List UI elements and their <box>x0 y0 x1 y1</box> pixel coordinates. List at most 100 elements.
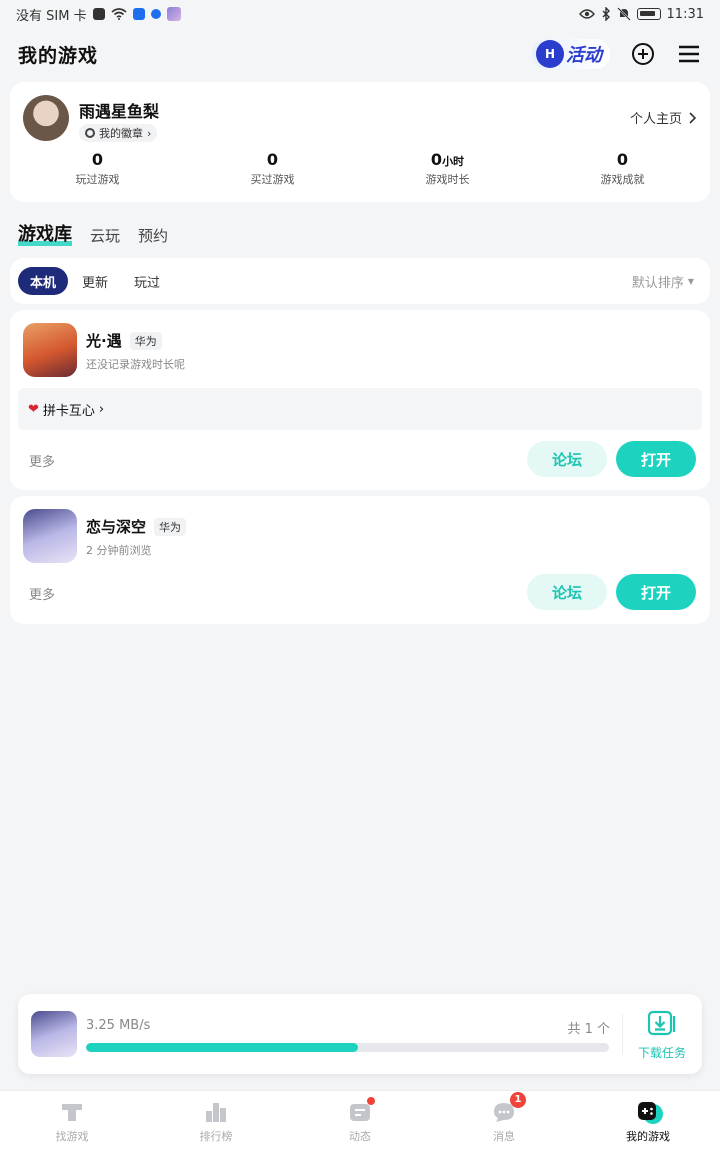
stat-value: 0 <box>430 150 443 169</box>
download-tasks-label: 下载任务 <box>637 1046 686 1060</box>
message-icon: 1 <box>492 1091 526 1124</box>
tab-game-library[interactable]: 游戏库 <box>18 220 72 246</box>
stat-achievements[interactable]: 0 游戏成就 <box>535 150 710 187</box>
checkin-entry[interactable]: ❤ 拼卡互心 › <box>18 388 702 430</box>
medal-icon <box>85 128 95 138</box>
mute-bell-icon <box>616 7 631 21</box>
download-progress-card[interactable]: 3.25 MB/s 共 1 个 下载任务 <box>18 994 702 1074</box>
nav-label: 动态 <box>349 1129 371 1143</box>
nav-label: 我的游戏 <box>626 1129 670 1143</box>
bluetooth-icon <box>602 7 610 21</box>
chevron-right-icon: › <box>98 401 105 417</box>
sort-label: 默认排序 <box>631 275 684 291</box>
homepage-label: 个人主页 <box>629 112 682 127</box>
profile-card: 雨遇星鱼梨 我的徽章 › 个人主页 0 玩过游戏 0 买过游戏 0小时 游戏时长… <box>10 82 710 202</box>
stat-purchased[interactable]: 0 买过游戏 <box>185 150 360 187</box>
feed-icon <box>348 1096 375 1124</box>
nav-feed[interactable]: 动态 <box>288 1091 432 1152</box>
stat-playtime[interactable]: 0小时 游戏时长 <box>360 150 535 187</box>
game-title: 恋与深空 华为 <box>86 516 187 537</box>
stats-row: 0 玩过游戏 0 买过游戏 0小时 游戏时长 0 游戏成就 <box>10 150 710 187</box>
badge-label: 我的徽章 <box>99 127 143 140</box>
more-button[interactable]: 更多 <box>29 584 55 603</box>
ranking-icon <box>204 1100 228 1124</box>
app-notification-icon <box>132 8 145 20</box>
chevron-right-icon <box>689 111 696 124</box>
forum-button[interactable]: 论坛 <box>527 441 607 477</box>
homepage-link[interactable]: 个人主页 <box>630 108 696 127</box>
sim-alert-icon <box>92 8 105 20</box>
carrier-text: 没有 SIM 卡 <box>16 8 87 24</box>
downloading-game-icon <box>31 1011 77 1057</box>
status-bar: 没有 SIM 卡 11:31 <box>0 0 720 28</box>
game-card: 恋与深空 华为 2 分钟前浏览 更多 论坛 打开 <box>10 496 710 624</box>
avatar[interactable] <box>23 95 69 141</box>
nav-label: 找游戏 <box>55 1129 89 1143</box>
message-count-badge: 1 <box>510 1091 526 1108</box>
platform-tag: 华为 <box>129 331 162 350</box>
forum-button[interactable]: 论坛 <box>527 574 607 610</box>
nav-ranking[interactable]: 排行榜 <box>144 1091 288 1152</box>
my-games-icon <box>636 1100 663 1124</box>
download-tasks-button[interactable]: 下载任务 <box>634 1010 690 1061</box>
activity-logo-icon: H <box>536 40 564 68</box>
hamburger-menu-icon <box>679 45 699 63</box>
nav-messages[interactable]: 1 消息 <box>432 1091 576 1152</box>
game-icon[interactable] <box>23 323 77 377</box>
username: 雨遇星鱼梨 <box>79 102 160 121</box>
download-icon <box>647 1010 676 1036</box>
filter-local[interactable]: 本机 <box>18 267 69 295</box>
stat-label: 玩过游戏 <box>75 173 120 186</box>
open-button[interactable]: 打开 <box>616 441 696 477</box>
stat-value: 0 <box>266 150 279 169</box>
platform-tag: 华为 <box>154 517 187 536</box>
download-progress-fill <box>86 1043 358 1052</box>
unread-dot <box>367 1096 375 1105</box>
my-badges-button[interactable]: 我的徽章 › <box>79 124 158 142</box>
battery-icon <box>636 8 661 20</box>
clock-text: 11:31 <box>666 6 704 22</box>
stat-played[interactable]: 0 玩过游戏 <box>10 150 185 187</box>
wifi-icon <box>111 8 127 20</box>
game-card: 光·遇 华为 还没记录游戏时长呢 ❤ 拼卡互心 › 更多 论坛 打开 <box>10 310 710 490</box>
chevron-right-icon: › <box>147 126 152 140</box>
game-icon[interactable] <box>23 509 77 563</box>
stat-value: 0 <box>91 150 104 169</box>
sort-dropdown[interactable]: 默认排序 ▼ <box>632 272 694 291</box>
tab-cloud-play[interactable]: 云玩 <box>90 225 120 246</box>
download-progress-bar <box>86 1043 609 1052</box>
divider <box>622 1014 623 1054</box>
caret-down-icon: ▼ <box>687 276 694 286</box>
filter-updates[interactable]: 更新 <box>70 267 120 295</box>
game-subtitle: 2 分钟前浏览 <box>86 544 152 557</box>
nav-my-games[interactable]: 我的游戏 <box>576 1091 720 1152</box>
checkin-label: 拼卡互心 <box>42 403 95 419</box>
filter-played[interactable]: 玩过 <box>122 267 172 295</box>
game-name: 恋与深空 <box>86 518 147 536</box>
stat-label: 游戏成就 <box>600 173 645 186</box>
download-count: 共 1 个 <box>567 1022 610 1037</box>
open-button[interactable]: 打开 <box>616 574 696 610</box>
download-speed: 3.25 MB/s <box>86 1018 151 1033</box>
app-notification-icon-2 <box>150 9 161 19</box>
stat-label: 游戏时长 <box>425 173 470 186</box>
game-name: 光·遇 <box>86 332 122 350</box>
game-title: 光·遇 华为 <box>86 330 162 351</box>
library-tabs: 游戏库 云玩 预约 <box>18 216 168 246</box>
stat-label: 买过游戏 <box>250 173 295 186</box>
heart-icon: ❤ <box>28 401 39 417</box>
stat-value: 0 <box>616 150 629 169</box>
tab-reservations[interactable]: 预约 <box>138 225 168 246</box>
app-notification-avatar-icon <box>166 7 181 21</box>
plus-circle-icon <box>632 43 654 65</box>
activity-label: 活动 <box>566 45 602 66</box>
game-subtitle: 还没记录游戏时长呢 <box>86 358 185 371</box>
bottom-nav: 找游戏 排行榜 动态 1 消息 我的游戏 <box>0 1090 720 1152</box>
nav-find-games[interactable]: 找游戏 <box>0 1091 144 1152</box>
nav-label: 消息 <box>493 1129 515 1143</box>
more-button[interactable]: 更多 <box>29 451 55 470</box>
app-header: 我的游戏 H 活动 <box>0 34 720 74</box>
menu-button[interactable] <box>676 41 702 67</box>
add-button[interactable] <box>630 41 656 67</box>
activity-button[interactable]: H 活动 <box>532 39 610 69</box>
